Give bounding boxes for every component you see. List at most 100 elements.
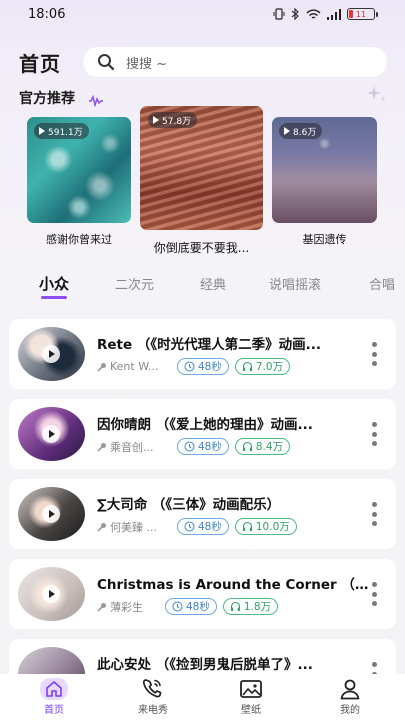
duration-pill: 48秒 <box>177 358 229 375</box>
song-cover[interactable] <box>18 407 85 461</box>
nav-item-profile[interactable]: 我的 <box>320 678 380 716</box>
nav-item-home[interactable]: 首页 <box>24 678 84 716</box>
headphones-icon <box>242 361 252 371</box>
plays: 1.8万 <box>243 601 272 613</box>
play-count-badge: 8.6万 <box>279 123 323 139</box>
song-list-item[interactable]: 因你晴朗 （《爱上她的理由》动画... 乘音创... 48秒 8.4万 <box>9 399 396 469</box>
recommend-title-1: 感谢你曾来过 <box>46 233 112 246</box>
recommend-cover-1[interactable]: 591.1万 <box>27 117 131 223</box>
search-input[interactable]: 搜搜 ~ <box>83 47 387 77</box>
tab-indicator <box>41 296 67 299</box>
play-count-badge: 57.8万 <box>148 112 198 128</box>
artist: Kent W... <box>97 360 171 373</box>
microphone-icon <box>97 602 106 612</box>
nav-label: 壁纸 <box>241 705 261 716</box>
nav-label: 首页 <box>44 705 64 716</box>
home-icon <box>40 678 68 700</box>
more-options-icon[interactable] <box>372 342 378 366</box>
more-options-icon[interactable] <box>372 582 378 606</box>
status-bar: 18:06 11 <box>0 0 405 30</box>
signal-icon <box>327 8 341 20</box>
nav-label: 我的 <box>340 705 360 716</box>
plays: 7.0万 <box>255 361 284 373</box>
tab-classic[interactable]: 经典 <box>200 274 226 293</box>
artist: 何美臻 ... <box>97 519 171 535</box>
soundwave-icon <box>89 95 103 107</box>
more-options-icon[interactable] <box>372 422 378 446</box>
sparkle-icon <box>367 86 386 102</box>
more-options-icon[interactable] <box>372 502 378 526</box>
song-cover[interactable] <box>18 327 85 381</box>
microphone-icon <box>97 522 106 532</box>
song-title: ∑大司命 （《三体》动画配乐） <box>97 497 281 513</box>
plays-pill: 10.0万 <box>234 518 297 535</box>
play-icon <box>284 127 290 135</box>
duration-pill: 48秒 <box>177 518 229 535</box>
play-icon <box>42 585 60 603</box>
plays: 8.4万 <box>255 441 284 453</box>
status-icons: 11 <box>273 8 378 20</box>
search-placeholder: 搜搜 ~ <box>126 56 168 72</box>
song-meta: 乘音创... 48秒 8.4万 <box>97 438 291 455</box>
plays: 10.0万 <box>255 521 290 533</box>
duration: 48秒 <box>186 601 210 613</box>
clock-icon <box>184 361 195 372</box>
profile-icon <box>340 679 360 700</box>
play-icon <box>42 345 60 363</box>
song-meta: Kent W... 48秒 7.0万 <box>97 358 291 375</box>
artist: 薄彩生 <box>97 599 159 615</box>
artist-name: 乘音创... <box>110 440 154 454</box>
song-list-item[interactable]: Rete （《时光代理人第二季》动画... Kent W... 48秒 7.0万 <box>9 319 396 389</box>
play-count: 57.8万 <box>162 116 192 127</box>
vibrate-icon <box>273 8 285 20</box>
clock-icon <box>184 441 195 452</box>
song-title: Rete （《时光代理人第二季》动画... <box>97 337 321 353</box>
plays-pill: 7.0万 <box>234 358 291 375</box>
song-list-item[interactable]: Christmas is Around the Corner （... 薄彩生 … <box>9 559 396 629</box>
nav-item-wallpaper[interactable]: 壁纸 <box>221 678 281 716</box>
microphone-icon <box>97 362 106 372</box>
recommend-cover-3[interactable]: 8.6万 <box>272 117 377 223</box>
play-count: 8.6万 <box>293 127 317 138</box>
song-meta: 薄彩生 48秒 1.8万 <box>97 598 279 615</box>
page-title: 首页 <box>19 52 61 76</box>
song-meta: 何美臻 ... 48秒 10.0万 <box>97 518 297 535</box>
duration: 48秒 <box>198 441 222 453</box>
wallpaper-icon <box>240 680 262 698</box>
duration-pill: 48秒 <box>165 598 217 615</box>
play-count-badge: 591.1万 <box>34 123 89 139</box>
plays-pill: 1.8万 <box>222 598 279 615</box>
wifi-icon <box>306 9 321 19</box>
recommend-cover-2[interactable]: 57.8万 <box>140 106 263 230</box>
plays-pill: 8.4万 <box>234 438 291 455</box>
section-title-recommend: 官方推荐 <box>19 91 75 107</box>
artist: 乘音创... <box>97 439 171 455</box>
duration-pill: 48秒 <box>177 438 229 455</box>
play-icon <box>153 116 159 124</box>
song-list-item[interactable]: ∑大司命 （《三体》动画配乐） 何美臻 ... 48秒 10.0万 <box>9 479 396 549</box>
duration: 48秒 <box>198 361 222 373</box>
clock-icon <box>172 601 183 612</box>
tab-rap-rock[interactable]: 说唱摇滚 <box>269 274 321 293</box>
play-icon <box>39 127 45 135</box>
headphones-icon <box>242 441 252 451</box>
nav-label: 来电秀 <box>138 705 168 716</box>
recommend-title-3: 基因遗传 <box>302 233 347 246</box>
clock-icon <box>184 521 195 532</box>
play-icon <box>42 505 60 523</box>
song-cover[interactable] <box>18 487 85 541</box>
song-cover[interactable] <box>18 567 85 621</box>
tab-anime[interactable]: 二次元 <box>115 274 154 293</box>
tab-niche[interactable]: 小众 <box>39 273 69 294</box>
search-icon <box>98 54 115 71</box>
bottom-nav: 首页 来电秀 壁纸 我的 <box>0 674 405 720</box>
song-title: Christmas is Around the Corner （... <box>97 577 369 593</box>
artist-name: 何美臻 ... <box>110 520 157 534</box>
tab-chorus[interactable]: 合唱 <box>369 274 395 293</box>
play-icon <box>42 425 60 443</box>
play-count: 591.1万 <box>48 127 83 138</box>
battery-icon: 11 <box>347 8 378 20</box>
battery-level: 11 <box>355 9 367 19</box>
nav-item-call-show[interactable]: 来电秀 <box>123 678 183 716</box>
artist-name: 薄彩生 <box>110 600 143 614</box>
